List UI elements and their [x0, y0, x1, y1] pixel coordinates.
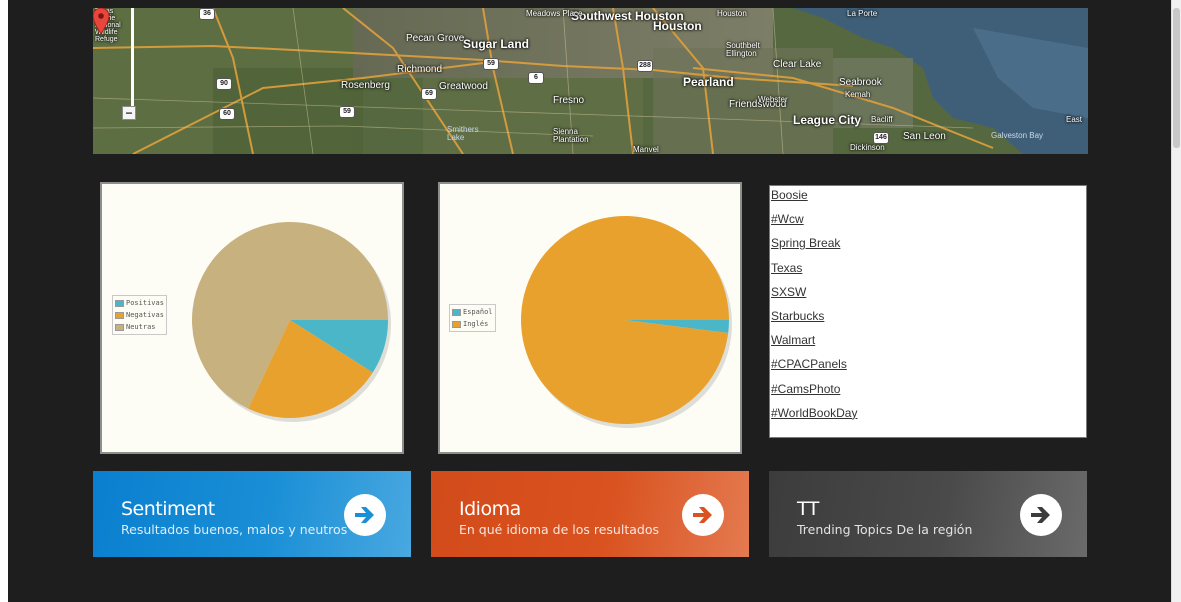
zoom-slider-track[interactable] — [131, 8, 134, 108]
arrow-right-circle-icon[interactable] — [344, 494, 386, 536]
legend-label: Neutras — [126, 323, 156, 331]
tile-subtitle: Trending Topics De la región — [797, 522, 973, 537]
trending-topic-link[interactable]: SXSW — [771, 285, 1086, 309]
road-shield: 59 — [339, 106, 355, 118]
tile-title: Idioma — [459, 498, 521, 520]
trending-topic-link[interactable]: #CPACPanels — [771, 357, 1086, 381]
map-label: Smithers Lake — [447, 125, 479, 142]
map-label: Fresno — [553, 95, 585, 106]
vertical-scrollbar[interactable] — [1171, 0, 1181, 602]
arrow-right-circle-icon[interactable] — [682, 494, 724, 536]
trending-topic-link[interactable]: #Wcw — [771, 212, 1086, 236]
sentiment-chart-card: Positivas Negativas Neutras — [100, 182, 404, 454]
trending-topic-link[interactable]: #CamsPhoto — [771, 382, 1086, 406]
map-marker-icon[interactable] — [93, 8, 109, 34]
road-shield: 69 — [421, 88, 437, 100]
map-label: Greatwood — [439, 81, 488, 92]
legend-label: Español — [463, 308, 493, 316]
trending-topic-link[interactable]: Starbucks — [771, 309, 1086, 333]
tt-tile[interactable]: TT Trending Topics De la región — [769, 471, 1087, 557]
legend-swatch — [115, 323, 124, 331]
map-label: Seabrook — [839, 77, 882, 88]
map-label: East — [1066, 115, 1083, 124]
map-label: Webster — [758, 95, 788, 104]
map-label: Dickinson — [850, 143, 885, 152]
trending-topic-link[interactable]: Walmart — [771, 333, 1086, 357]
trending-topic-link[interactable]: #WorldBookDay — [771, 406, 1086, 430]
legend-swatch — [115, 299, 124, 307]
road-shield: 60 — [219, 108, 235, 120]
map-label: Pecan Grove — [406, 33, 465, 44]
map-label: League City — [793, 113, 862, 127]
road-shield: 90 — [216, 78, 232, 90]
road-shield: 288 — [637, 60, 653, 72]
map-label: Richmond — [397, 64, 443, 75]
map-label: Kemah — [845, 90, 871, 99]
legend-swatch — [452, 308, 461, 316]
road-shield: 6 — [528, 72, 544, 84]
legend-item: Español — [452, 306, 493, 318]
legend-item: Positivas — [115, 297, 164, 309]
map-label: San Leon — [903, 131, 946, 142]
legend-label: Inglés — [463, 320, 489, 328]
tile-subtitle: Resultados buenos, malos y neutros — [121, 522, 348, 537]
road-shield: 59 — [483, 58, 499, 70]
satellite-map[interactable]: Southwest Houston Houston Meadows Place … — [93, 8, 1088, 154]
map-label: Clear Lake — [773, 59, 822, 70]
map-label: Pearland — [683, 75, 734, 89]
map-label: Meadows Place — [526, 9, 583, 18]
tile-title: Sentiment — [121, 498, 215, 520]
sentiment-tile[interactable]: Sentiment Resultados buenos, malos y neu… — [93, 471, 411, 557]
idioma-chart-card: Español Inglés — [438, 182, 742, 454]
sentiment-legend: Positivas Negativas Neutras — [112, 295, 167, 335]
map-label: Sugar Land — [463, 37, 530, 51]
map-label: Houston — [717, 9, 747, 18]
map-label: La Porte — [847, 9, 878, 18]
trending-topic-link[interactable]: Spring Break — [771, 236, 1086, 260]
tile-subtitle: En qué idioma de los resultados — [459, 522, 659, 537]
road-shield: 146 — [873, 132, 889, 144]
legend-item: Negativas — [115, 309, 164, 321]
trending-topic-link[interactable]: Texas — [771, 261, 1086, 285]
map-label: Galveston Bay — [991, 131, 1044, 140]
zoom-out-button[interactable]: − — [122, 106, 136, 120]
map-label: Sienna Plantation — [553, 127, 589, 144]
legend-swatch — [452, 320, 461, 328]
legend-item: Neutras — [115, 321, 164, 333]
legend-item: Inglés — [452, 318, 493, 330]
map-label: Southbelt Ellington — [726, 41, 760, 58]
trending-topics-list: Boosie #Wcw Spring Break Texas SXSW Star… — [769, 185, 1087, 438]
road-shield: 36 — [199, 8, 215, 20]
idioma-tile[interactable]: Idioma En qué idioma de los resultados — [431, 471, 749, 557]
idioma-legend: Español Inglés — [449, 304, 496, 332]
legend-label: Negativas — [126, 311, 164, 319]
map-label: Rosenberg — [341, 80, 390, 91]
legend-label: Positivas — [126, 299, 164, 307]
legend-swatch — [115, 311, 124, 319]
arrow-right-circle-icon[interactable] — [1020, 494, 1062, 536]
scrollbar-thumb[interactable] — [1173, 8, 1180, 148]
map-label: Bacliff — [871, 115, 893, 124]
trending-topic-link[interactable]: Boosie — [771, 188, 1086, 212]
tile-title: TT — [797, 498, 819, 520]
map-label: Manvel — [633, 145, 659, 154]
map-label: Houston — [653, 19, 702, 33]
